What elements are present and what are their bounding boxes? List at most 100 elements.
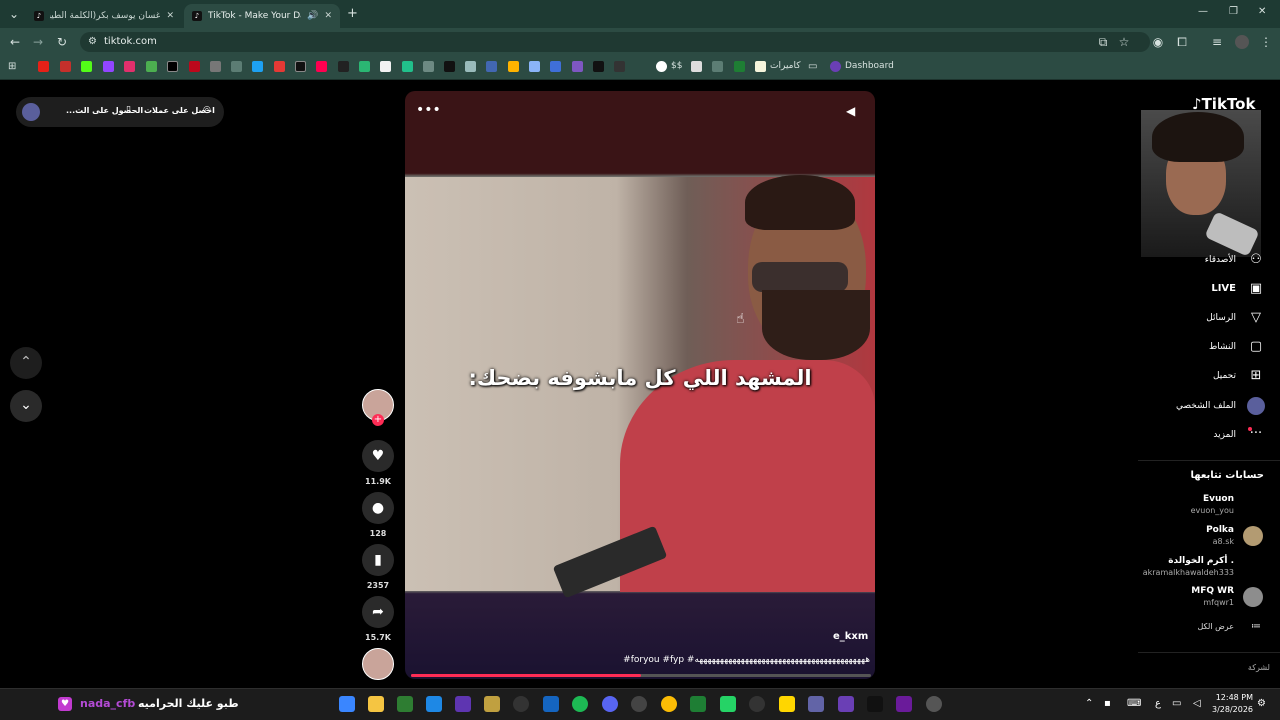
nav-messages[interactable]: الرسائل xyxy=(1206,313,1236,323)
youtube-icon[interactable] xyxy=(38,61,49,72)
app-icon[interactable] xyxy=(896,696,912,712)
bookmark-icon[interactable] xyxy=(550,61,561,72)
obs-icon[interactable] xyxy=(631,696,647,712)
bookmark-icon[interactable] xyxy=(755,61,766,72)
tray-chevron-icon[interactable]: ⌃ xyxy=(1085,698,1093,709)
avatar[interactable] xyxy=(1243,526,1263,546)
notifications-icon[interactable]: ⚙ xyxy=(1257,698,1266,709)
bookmark-icon[interactable] xyxy=(380,61,391,72)
nav-activity[interactable]: النشاط xyxy=(1209,342,1236,352)
profile-avatar[interactable] xyxy=(1235,35,1249,49)
install-icon[interactable]: ⧉ xyxy=(1095,34,1111,50)
extension-discord-icon[interactable]: ◉ xyxy=(1150,34,1166,50)
restore-icon[interactable]: ❐ xyxy=(1229,6,1238,17)
extensions-icon[interactable]: ⧠ xyxy=(1174,34,1190,50)
music-disc-avatar[interactable] xyxy=(362,648,394,680)
tray-app-icon[interactable]: ▪ xyxy=(1104,698,1111,709)
excel-icon[interactable] xyxy=(734,61,745,72)
bookmark-icon[interactable] xyxy=(338,61,349,72)
folder-icon[interactable]: ▭ xyxy=(808,61,819,72)
app-icon[interactable] xyxy=(397,696,413,712)
whatsapp-icon[interactable] xyxy=(720,696,736,712)
tab-active[interactable]: ♪ TikTok - Make Your Day 🔊 ✕ xyxy=(184,4,340,28)
bookmark-label[interactable]: $$ xyxy=(671,61,682,71)
follow-plus-icon[interactable]: + xyxy=(372,414,384,426)
nav-profile[interactable]: الملف الشخصي xyxy=(1176,401,1236,411)
file-explorer-icon[interactable] xyxy=(368,696,384,712)
list-icon[interactable]: ≔ xyxy=(1247,618,1265,636)
google-icon[interactable] xyxy=(656,61,667,72)
bookmark-icon[interactable] xyxy=(691,61,702,72)
next-video-button[interactable]: ⌄ xyxy=(10,390,42,422)
tab-inactive[interactable]: ♪ غسان يوسف بكر(الكلمة الطيبة) ( ✕ xyxy=(26,4,182,28)
twitch-icon[interactable] xyxy=(103,61,114,72)
reload-icon[interactable]: ↻ xyxy=(54,34,70,50)
sticky-notes-icon[interactable] xyxy=(779,696,795,712)
bookmark-icon[interactable] xyxy=(486,61,497,72)
bookmark-icon[interactable] xyxy=(210,61,221,72)
dashboard-icon[interactable] xyxy=(830,61,841,72)
nav-more[interactable]: المزيد xyxy=(1213,430,1236,440)
app-icon[interactable] xyxy=(484,696,500,712)
bookmark-icon[interactable] xyxy=(614,61,625,72)
tab-search-icon[interactable]: ⌄ xyxy=(6,6,22,22)
company-link[interactable]: لشركة xyxy=(1248,663,1270,672)
video-author[interactable]: e_kxm xyxy=(833,631,868,642)
apps-icon[interactable]: ⊞ xyxy=(8,61,19,72)
bookmark-label[interactable]: Dashboard xyxy=(845,61,894,71)
bookmark-icon[interactable] xyxy=(508,61,519,72)
bookmark-icon[interactable] xyxy=(444,61,455,72)
speaker-icon[interactable]: ◀ xyxy=(846,104,855,118)
get-coins-button[interactable]: احصل على عملات xyxy=(144,106,215,115)
app-icon[interactable] xyxy=(867,696,883,712)
x-icon[interactable] xyxy=(167,61,178,72)
shield-icon[interactable] xyxy=(543,696,559,712)
discord-icon[interactable] xyxy=(602,696,618,712)
close-icon[interactable]: ✕ xyxy=(166,11,174,21)
star-icon[interactable]: ☆ xyxy=(1116,34,1132,50)
clock[interactable]: 12:48 PM 3/28/2026 xyxy=(1212,692,1253,716)
previous-video-button[interactable]: ⌃ xyxy=(10,347,42,379)
activity-icon[interactable]: ▢ xyxy=(1247,338,1265,356)
spotify-icon[interactable] xyxy=(572,696,588,712)
bookmark-icon[interactable] xyxy=(252,61,263,72)
bookmark-icon[interactable] xyxy=(465,61,476,72)
get-app-button[interactable]: الحصول على الت... xyxy=(66,106,143,115)
upload-icon[interactable]: ⊞ xyxy=(1247,367,1265,385)
kick-icon[interactable] xyxy=(81,61,92,72)
bookmark-icon[interactable] xyxy=(593,61,604,72)
account-name[interactable]: Polka xyxy=(1206,525,1234,535)
bookmark-icon[interactable] xyxy=(295,61,306,72)
bookmark-icon[interactable] xyxy=(712,61,723,72)
app-icon[interactable] xyxy=(749,696,765,712)
app-icon[interactable] xyxy=(690,696,706,712)
speaker-icon[interactable]: 🔊 xyxy=(307,11,318,21)
site-info-icon[interactable]: ⚙ xyxy=(88,36,97,47)
avatar[interactable] xyxy=(1243,587,1263,607)
avatar[interactable] xyxy=(22,103,40,121)
4k-icon[interactable] xyxy=(513,696,529,712)
new-tab-button[interactable]: + xyxy=(347,6,358,21)
bookmark-icon[interactable] xyxy=(146,61,157,72)
bookmark-icon[interactable] xyxy=(60,61,71,72)
live-icon[interactable]: ▣ xyxy=(1247,280,1265,298)
comment-button[interactable]: ● xyxy=(362,492,394,524)
more-options-icon[interactable]: ••• xyxy=(416,102,441,118)
see-all-link[interactable]: عرض الكل xyxy=(1197,622,1234,631)
bookmark-icon[interactable] xyxy=(359,61,370,72)
minimize-icon[interactable]: — xyxy=(1198,6,1208,17)
close-window-icon[interactable]: ✕ xyxy=(1258,6,1266,17)
bookmark-icon[interactable] xyxy=(274,61,285,72)
send-icon[interactable]: ▽ xyxy=(1247,309,1265,327)
account-name[interactable]: Evuon xyxy=(1203,494,1234,504)
save-button[interactable]: ▮ xyxy=(362,544,394,576)
back-icon[interactable]: ← xyxy=(7,34,23,50)
forward-icon[interactable]: → xyxy=(30,34,46,50)
instagram-icon[interactable] xyxy=(124,61,135,72)
chrome-icon[interactable] xyxy=(661,696,677,712)
settings-icon[interactable] xyxy=(926,696,942,712)
account-name[interactable]: أكرم الخوالدة . xyxy=(1168,556,1234,566)
bookmark-icon[interactable] xyxy=(231,61,242,72)
mail-icon[interactable] xyxy=(426,696,442,712)
bookmark-icon[interactable] xyxy=(402,61,413,72)
